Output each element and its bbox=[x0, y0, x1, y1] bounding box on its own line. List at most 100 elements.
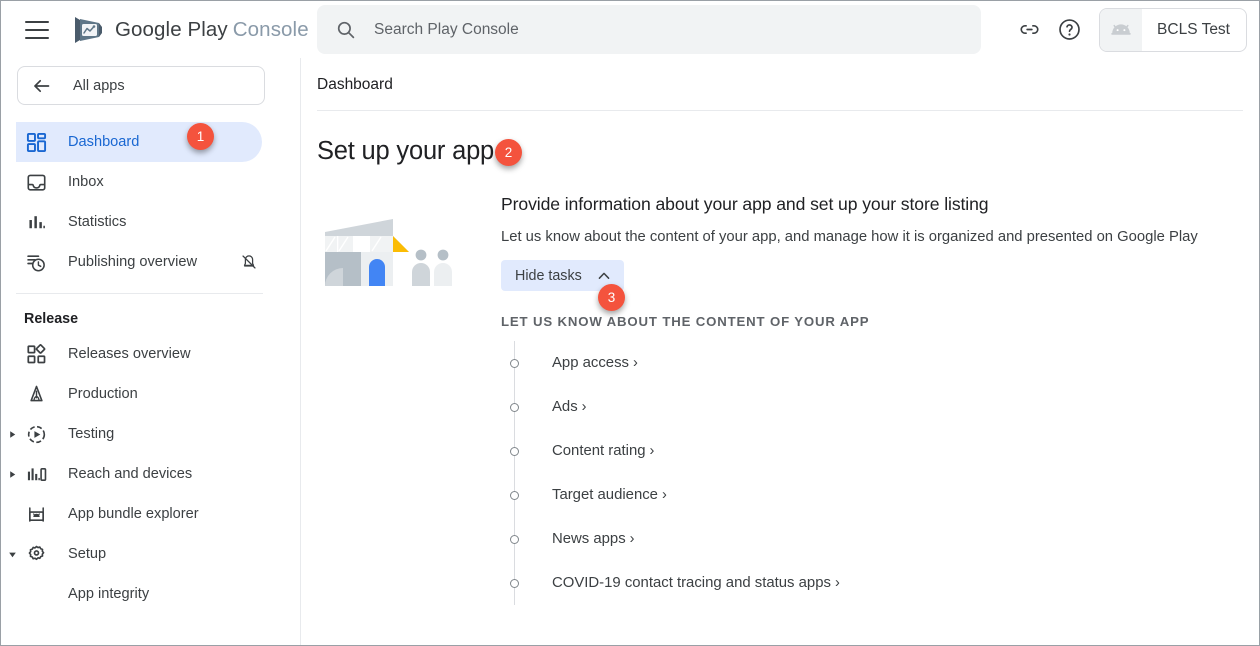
task-label: News apps bbox=[552, 531, 626, 547]
search-bar[interactable] bbox=[317, 5, 981, 54]
sidebar-item-testing[interactable]: Testing bbox=[2, 414, 300, 454]
sidebar-item-dashboard[interactable]: Dashboard bbox=[2, 122, 300, 162]
annotation-badge-3: 3 bbox=[598, 284, 625, 311]
sidebar-subitem-app-integrity[interactable]: App integrity bbox=[2, 574, 300, 614]
sidebar-item-label: Production bbox=[68, 386, 138, 402]
release-nav-list: Releases overview Production Testing Rea… bbox=[2, 334, 300, 614]
chevron-right-icon: › bbox=[661, 487, 667, 503]
sidebar-item-production[interactable]: Production bbox=[2, 374, 300, 414]
notifications-off-icon[interactable] bbox=[240, 253, 258, 271]
sidebar-item-releases-overview[interactable]: Releases overview bbox=[2, 334, 300, 374]
sidebar-item-label: Setup bbox=[68, 546, 107, 562]
hover-pill bbox=[16, 414, 262, 454]
brand-name-console: Console bbox=[232, 17, 309, 41]
main-content: Dashboard Set up your app Provide inform… bbox=[301, 58, 1259, 645]
search-icon bbox=[336, 20, 356, 40]
sidebar-item-label: Dashboard bbox=[68, 134, 140, 150]
sidebar-item-label: Statistics bbox=[68, 214, 127, 230]
breadcrumb-divider bbox=[317, 110, 1243, 111]
link-icon[interactable] bbox=[1009, 10, 1049, 50]
hover-pill bbox=[16, 162, 262, 202]
task-bullet-icon bbox=[510, 534, 519, 544]
hover-pill bbox=[16, 202, 262, 242]
sidebar-item-label: Publishing overview bbox=[68, 254, 197, 270]
search-input[interactable] bbox=[374, 20, 934, 39]
hover-pill bbox=[16, 374, 262, 414]
sidebar-navigation: All apps Dashboard Inbox Statistics Publ… bbox=[2, 58, 301, 645]
play-console-window: Google Play Console Search Play Console … bbox=[0, 0, 1260, 646]
sidebar-item-label: App bundle explorer bbox=[68, 506, 199, 522]
chevron-right-icon: › bbox=[629, 531, 635, 547]
sidebar-item-inbox[interactable]: Inbox bbox=[2, 162, 300, 202]
task-label: App access bbox=[552, 355, 629, 371]
publishing-clock-icon bbox=[25, 251, 47, 273]
app-bundle-icon bbox=[25, 503, 47, 525]
chevron-right-icon: › bbox=[649, 443, 655, 459]
inbox-tray-icon bbox=[25, 171, 47, 193]
brand-name-google-play: Google Play bbox=[115, 17, 228, 41]
task-label: Ads bbox=[552, 399, 578, 415]
all-apps-label: All apps bbox=[73, 77, 125, 94]
sidebar-section-title-release: Release bbox=[24, 311, 79, 327]
card-heading: Provide information about your app and s… bbox=[501, 194, 989, 214]
bar-chart-icon bbox=[25, 211, 47, 233]
google-play-logo-icon bbox=[72, 15, 104, 45]
task-item-content-rating[interactable]: Content rating › bbox=[501, 429, 1198, 473]
task-label: Content rating bbox=[552, 443, 646, 459]
help-circle-icon[interactable] bbox=[1049, 10, 1089, 50]
task-item-ads[interactable]: Ads › bbox=[501, 385, 1198, 429]
expand-arrow-icon[interactable] bbox=[5, 467, 19, 481]
sidebar-item-reach-and-devices[interactable]: Reach and devices bbox=[2, 454, 300, 494]
sidebar-item-statistics[interactable]: Statistics bbox=[2, 202, 300, 242]
dashboard-grid-icon bbox=[25, 131, 47, 153]
account-chip[interactable]: BCLS Test bbox=[1099, 7, 1247, 52]
android-robot-icon bbox=[1100, 8, 1143, 51]
brand[interactable]: Google Play Console bbox=[72, 10, 309, 50]
breadcrumb: Dashboard bbox=[317, 76, 393, 93]
task-list: App access › Ads › Content rating › Targ… bbox=[501, 341, 1198, 605]
sidebar-item-publishing-overview[interactable]: Publishing overview bbox=[2, 242, 300, 282]
card-description: Let us know about the content of your ap… bbox=[501, 229, 1198, 245]
hover-pill bbox=[16, 534, 262, 574]
sidebar-item-label: Releases overview bbox=[68, 346, 191, 362]
task-label: Target audience bbox=[552, 487, 658, 503]
card-body: Provide information about your app and s… bbox=[501, 194, 1198, 605]
expand-arrow-icon[interactable] bbox=[5, 427, 19, 441]
releases-overview-icon bbox=[25, 343, 47, 365]
task-item-target-audience[interactable]: Target audience › bbox=[501, 473, 1198, 517]
task-bullet-icon bbox=[510, 490, 519, 500]
settings-gear-icon bbox=[25, 543, 47, 565]
sidebar-item-setup[interactable]: Setup bbox=[2, 534, 300, 574]
task-bullet-icon bbox=[510, 402, 519, 412]
annotation-badge-2: 2 bbox=[495, 139, 522, 166]
collapse-arrow-icon[interactable] bbox=[5, 547, 19, 561]
annotation-badge-1: 1 bbox=[187, 123, 214, 150]
hide-tasks-label: Hide tasks bbox=[515, 267, 582, 284]
chevron-up-icon bbox=[597, 269, 611, 283]
hamburger-menu-icon[interactable] bbox=[25, 20, 49, 39]
top-app-bar: Google Play Console Search Play Console … bbox=[1, 1, 1259, 58]
task-bullet-icon bbox=[510, 578, 519, 588]
testing-play-circle-icon bbox=[25, 423, 47, 445]
chevron-right-icon: › bbox=[632, 355, 638, 371]
task-item-news-apps[interactable]: News apps › bbox=[501, 517, 1198, 561]
chevron-right-icon: › bbox=[834, 575, 840, 591]
sidebar-item-label: Reach and devices bbox=[68, 466, 193, 482]
task-item-covid-19-contact-tracing[interactable]: COVID-19 contact tracing and status apps… bbox=[501, 561, 1198, 605]
topbar-actions: BCLS Test bbox=[1009, 1, 1247, 58]
task-bullet-icon bbox=[510, 358, 519, 368]
storefront-illustration bbox=[317, 194, 493, 605]
all-apps-button[interactable]: All apps bbox=[17, 66, 265, 105]
primary-nav-list: Dashboard Inbox Statistics Publishing ov… bbox=[2, 122, 300, 282]
tasks-section-label: LET US KNOW ABOUT THE CONTENT OF YOUR AP… bbox=[501, 314, 870, 329]
chevron-right-icon: › bbox=[581, 399, 587, 415]
task-bullet-icon bbox=[510, 446, 519, 456]
sidebar-item-app-bundle-explorer[interactable]: App bundle explorer bbox=[2, 494, 300, 534]
arrow-back-icon bbox=[32, 76, 52, 96]
setup-your-app-card: Provide information about your app and s… bbox=[317, 194, 1259, 605]
sidebar-divider bbox=[16, 293, 263, 294]
task-item-app-access[interactable]: App access › bbox=[501, 341, 1198, 385]
sidebar-item-label: Testing bbox=[68, 426, 115, 442]
production-rocket-icon bbox=[25, 383, 47, 405]
page-title: Set up your app bbox=[317, 137, 495, 165]
